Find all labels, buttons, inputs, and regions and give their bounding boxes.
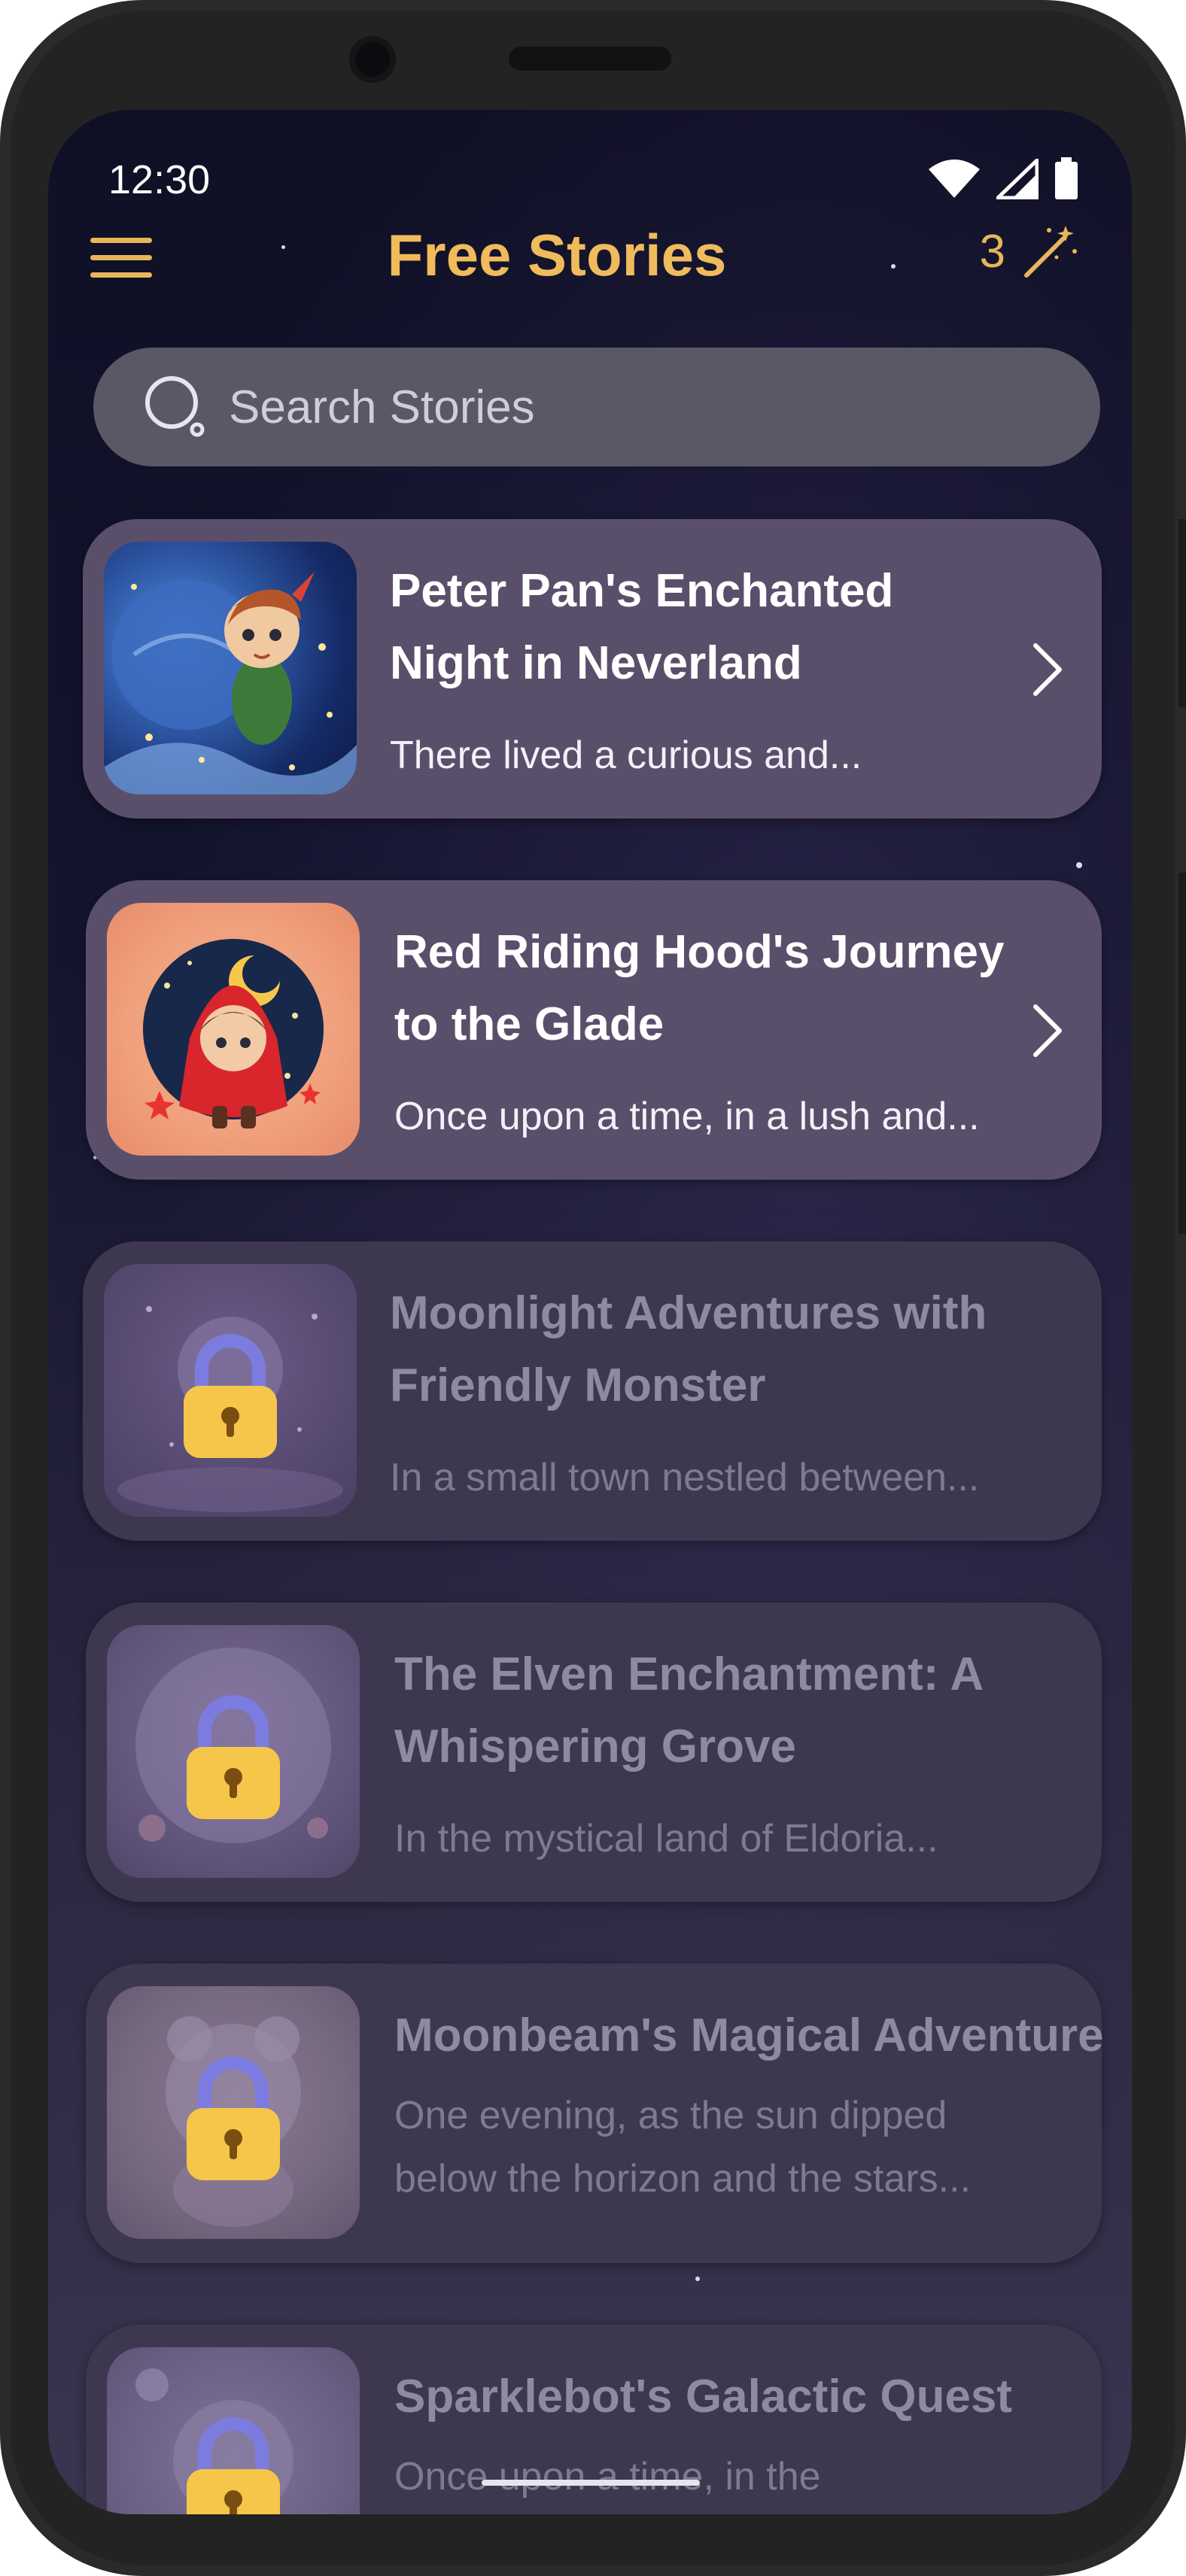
home-indicator[interactable]: [482, 2480, 700, 2486]
lock-icon: [184, 1334, 277, 1458]
wifi-icon: [929, 159, 980, 198]
background-star: [695, 2277, 700, 2281]
lock-icon: [187, 1695, 280, 1819]
cellular-signal-icon: [996, 159, 1039, 199]
story-card[interactable]: Peter Pan's Enchanted Night in Neverland…: [83, 519, 1102, 819]
story-title: Peter Pan's Enchanted Night in Neverland: [390, 565, 894, 689]
story-title: Sparklebot's Galactic Quest: [394, 2371, 1013, 2423]
story-card-locked[interactable]: Sparklebot's Galactic Quest Once upon a …: [86, 2325, 1102, 2514]
story-excerpt: In a small town nestled between...: [390, 1456, 980, 1499]
story-card-locked[interactable]: Moonbeam's Magical Adventure One evening…: [86, 1964, 1104, 2263]
search-bar[interactable]: [93, 348, 1100, 466]
story-thumbnail: [107, 1625, 360, 1878]
phone-frame: 12:30 Free Stories 3 Search Stories Pete…: [0, 0, 1186, 2576]
story-excerpt: Once upon a time, in the: [394, 2455, 821, 2499]
page-title: Free Stories: [387, 222, 727, 288]
background-star: [1076, 862, 1082, 868]
search-icon: [145, 376, 205, 437]
story-title: Red Riding Hood's Journey to the Glade: [394, 926, 1005, 1050]
search-input[interactable]: [227, 379, 1100, 435]
volume-button: [1178, 519, 1186, 707]
credits-count: 3: [979, 225, 1005, 278]
story-thumbnail: [107, 1986, 360, 2239]
story-excerpt: In the mystical land of Eldoria...: [394, 1817, 938, 1861]
story-thumbnail: [104, 542, 357, 794]
credits-button[interactable]: 3: [980, 223, 1079, 280]
story-card[interactable]: Red Riding Hood's Journey to the Glade O…: [86, 880, 1102, 1180]
story-thumbnail: [107, 903, 360, 1156]
story-thumbnail: [104, 1264, 357, 1517]
story-card-locked[interactable]: Moonlight Adventures with Friendly Monst…: [83, 1241, 1102, 1541]
front-camera: [349, 36, 396, 83]
story-thumbnail: [107, 2347, 360, 2514]
story-title: Moonlight Adventures with Friendly Monst…: [390, 1287, 987, 1411]
story-excerpt: There lived a curious and...: [390, 734, 862, 777]
story-card-locked[interactable]: The Elven Enchantment: A Whispering Grov…: [86, 1602, 1102, 1902]
chevron-right-icon[interactable]: [1032, 1004, 1063, 1058]
story-title: Moonbeam's Magical Adventure: [394, 2009, 1104, 2061]
story-excerpt: One evening, as the sun dipped below the…: [394, 2094, 972, 2201]
story-title: The Elven Enchantment: A Whispering Grov…: [394, 1648, 982, 1773]
red-riding-hood-illustration: [143, 939, 324, 1129]
power-button: [1178, 873, 1186, 1234]
lock-icon: [187, 2417, 280, 2514]
lock-icon: [187, 2056, 280, 2180]
peter-pan-illustration: [104, 572, 357, 794]
magic-wand-icon: [1024, 226, 1077, 278]
status-icons: [927, 157, 1079, 200]
status-time: 12:30: [108, 157, 211, 202]
battery-icon: [1055, 157, 1078, 199]
earpiece-speaker: [509, 47, 671, 71]
chevron-right-icon[interactable]: [1032, 642, 1063, 697]
story-excerpt: Once upon a time, in a lush and...: [394, 1095, 980, 1138]
app-screen: 12:30 Free Stories 3 Search Stories Pete…: [48, 110, 1132, 2514]
